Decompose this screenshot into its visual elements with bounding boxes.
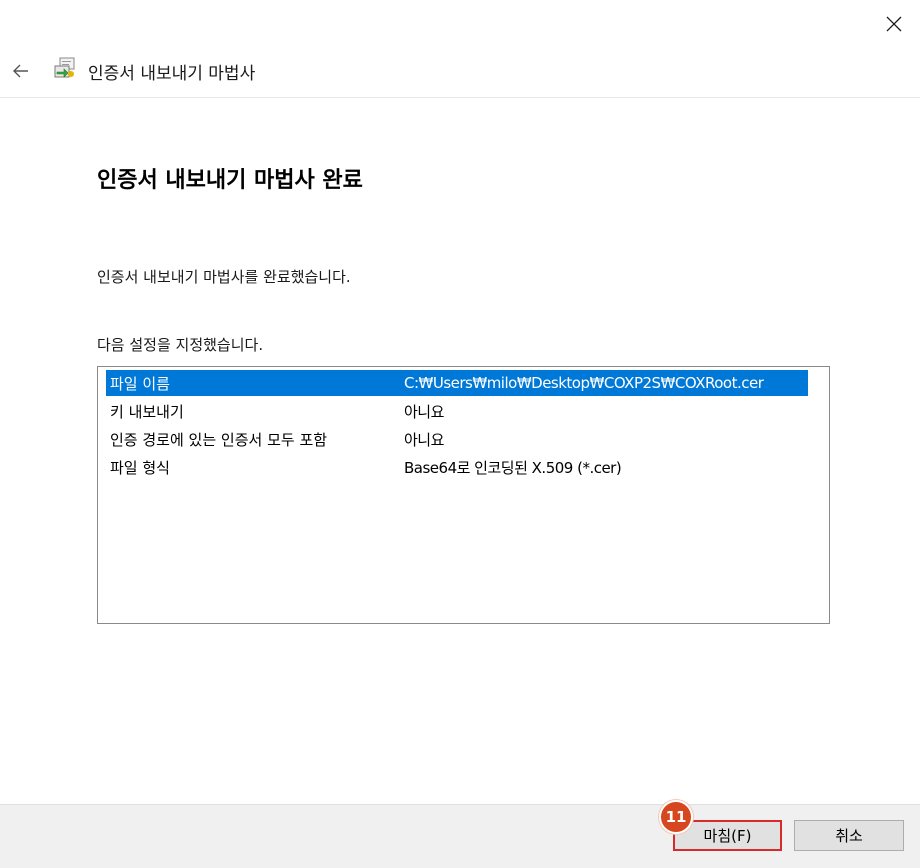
step-number-badge: 11 — [659, 800, 693, 834]
settings-list[interactable]: 파일 이름 C:₩Users₩milo₩Desktop₩COXP2S₩COXRo… — [97, 366, 830, 624]
button-bar: 마침(F) 취소 — [0, 804, 920, 868]
back-arrow-icon — [13, 64, 28, 78]
setting-name: 파일 형식 — [110, 458, 170, 477]
list-item[interactable]: 파일 형식 Base64로 인코딩된 X.509 (*.cer) — [106, 454, 808, 480]
cancel-button[interactable]: 취소 — [794, 820, 904, 851]
header-divider — [0, 97, 920, 98]
setting-name: 인증 경로에 있는 인증서 모두 포함 — [110, 430, 328, 449]
list-item[interactable]: 인증 경로에 있는 인증서 모두 포함 아니요 — [106, 426, 808, 452]
close-icon — [886, 16, 902, 32]
certificate-export-icon — [52, 55, 78, 81]
list-item[interactable]: 파일 이름 C:₩Users₩milo₩Desktop₩COXP2S₩COXRo… — [106, 370, 808, 396]
settings-label: 다음 설정을 지정했습니다. — [97, 336, 264, 354]
wizard-header: 인증서 내보내기 마법사 — [0, 50, 920, 98]
setting-value: C:₩Users₩milo₩Desktop₩COXP2S₩COXRoot.cer — [404, 374, 764, 392]
setting-name: 키 내보내기 — [110, 402, 184, 421]
setting-value: 아니요 — [404, 430, 444, 449]
close-button[interactable] — [876, 6, 912, 42]
window-title: 인증서 내보내기 마법사 — [88, 64, 256, 84]
completion-message: 인증서 내보내기 마법사를 완료했습니다. — [97, 268, 351, 286]
setting-value: Base64로 인코딩된 X.509 (*.cer) — [404, 458, 622, 477]
setting-name: 파일 이름 — [110, 374, 170, 393]
back-button[interactable] — [8, 58, 34, 84]
list-item[interactable]: 키 내보내기 아니요 — [106, 398, 808, 424]
page-title: 인증서 내보내기 마법사 완료 — [97, 168, 363, 193]
setting-value: 아니요 — [404, 402, 444, 421]
